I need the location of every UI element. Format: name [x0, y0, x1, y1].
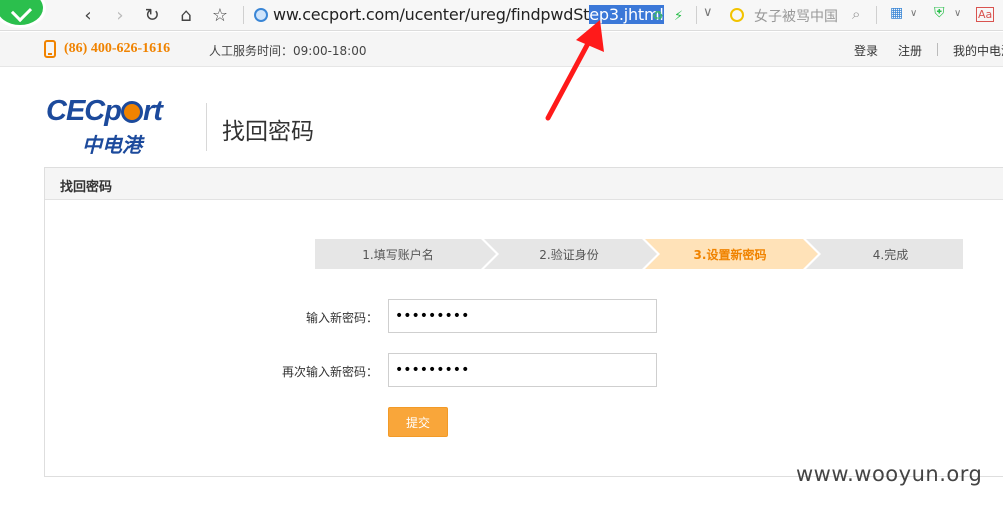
star-icon[interactable]: ☆: [208, 3, 232, 27]
submit-button[interactable]: 提交: [388, 407, 448, 437]
my-account-link[interactable]: 我的中电港: [953, 42, 1003, 59]
apps-icon[interactable]: ▦: [890, 5, 903, 21]
step-label: 1.填写账户名: [362, 247, 434, 262]
step-label: 4.完成: [872, 247, 909, 262]
shield-icon[interactable]: ⛨: [934, 5, 945, 21]
forward-icon[interactable]: ›: [108, 3, 132, 27]
page-title: 找回密码: [222, 119, 314, 145]
chevron-down-icon[interactable]: ∨: [954, 8, 961, 19]
browser-toolbar: ‹ › ↻ ⌂ ☆ ww.cecport.com/ucenter/ureg/fi…: [0, 0, 1003, 31]
lightning-icon[interactable]: ⚡: [674, 9, 683, 24]
browser-logo-icon: [0, 0, 46, 28]
topbar-divider: [937, 43, 938, 56]
toolbar-divider: [696, 6, 697, 24]
site-globe-icon: [254, 8, 268, 22]
toolbar-divider: [876, 6, 877, 24]
hotline: (86) 400-626-1616: [64, 41, 171, 56]
site-logo[interactable]: CECp rt 中电港: [46, 95, 196, 157]
logo-chinese: 中电港: [82, 133, 142, 157]
chevron-down-icon[interactable]: ∨: [703, 5, 713, 20]
step-3-active: 3.设置新密码: [645, 239, 821, 269]
site-topbar: (86) 400-626-1616 人工服务时间：09:00-18:00 登录 …: [0, 32, 1003, 67]
annotation-arrow-icon: [545, 20, 604, 121]
home-icon[interactable]: ⌂: [174, 3, 198, 27]
reader-icon[interactable]: Aa: [976, 7, 995, 22]
step-4: 4.完成: [806, 239, 963, 269]
logo-english: CECp rt: [46, 95, 163, 128]
logo-o-icon: [120, 101, 143, 123]
login-link[interactable]: 登录: [854, 42, 878, 59]
new-password-field[interactable]: [388, 299, 657, 333]
step-1: 1.填写账户名: [315, 239, 499, 269]
panel-header: 找回密码: [45, 168, 1003, 200]
step-label: 2.验证身份: [539, 247, 599, 262]
register-link[interactable]: 注册: [898, 42, 922, 59]
search-input[interactable]: 女子被骂中国: [754, 6, 838, 26]
toolbar-divider: [243, 6, 244, 24]
confirm-password-field[interactable]: [388, 353, 657, 387]
step-2: 2.验证身份: [484, 239, 660, 269]
search-icon[interactable]: ⌕: [852, 5, 860, 23]
service-hours: 人工服务时间：09:00-18:00: [209, 44, 367, 58]
watermark: www.wooyun.org: [796, 462, 983, 486]
logo-english-head: CECp: [46, 95, 122, 127]
progress-steps: 1.填写账户名 2.验证身份 3.设置新密码 4.完成: [315, 239, 963, 269]
chevron-down-icon[interactable]: ∨: [910, 8, 917, 19]
new-password-label: 输入新密码：: [305, 311, 378, 325]
header-divider: [206, 103, 207, 151]
refresh-icon[interactable]: ↻: [140, 3, 164, 27]
logo-english-tail: rt: [142, 95, 163, 127]
panel-title: 找回密码: [60, 180, 113, 195]
back-icon[interactable]: ‹: [76, 3, 100, 27]
search-engine-icon: [730, 8, 744, 22]
confirm-password-label: 再次输入新密码：: [281, 365, 378, 379]
recycle-icon[interactable]: ♻: [652, 9, 664, 24]
search-box[interactable]: 女子被骂中国 ⌕: [728, 3, 870, 27]
phone-icon: [44, 40, 56, 58]
step-label: 3.设置新密码: [693, 247, 767, 262]
address-bar[interactable]: ww.cecport.com/ucenter/ureg/findpwdStep3…: [248, 3, 722, 27]
